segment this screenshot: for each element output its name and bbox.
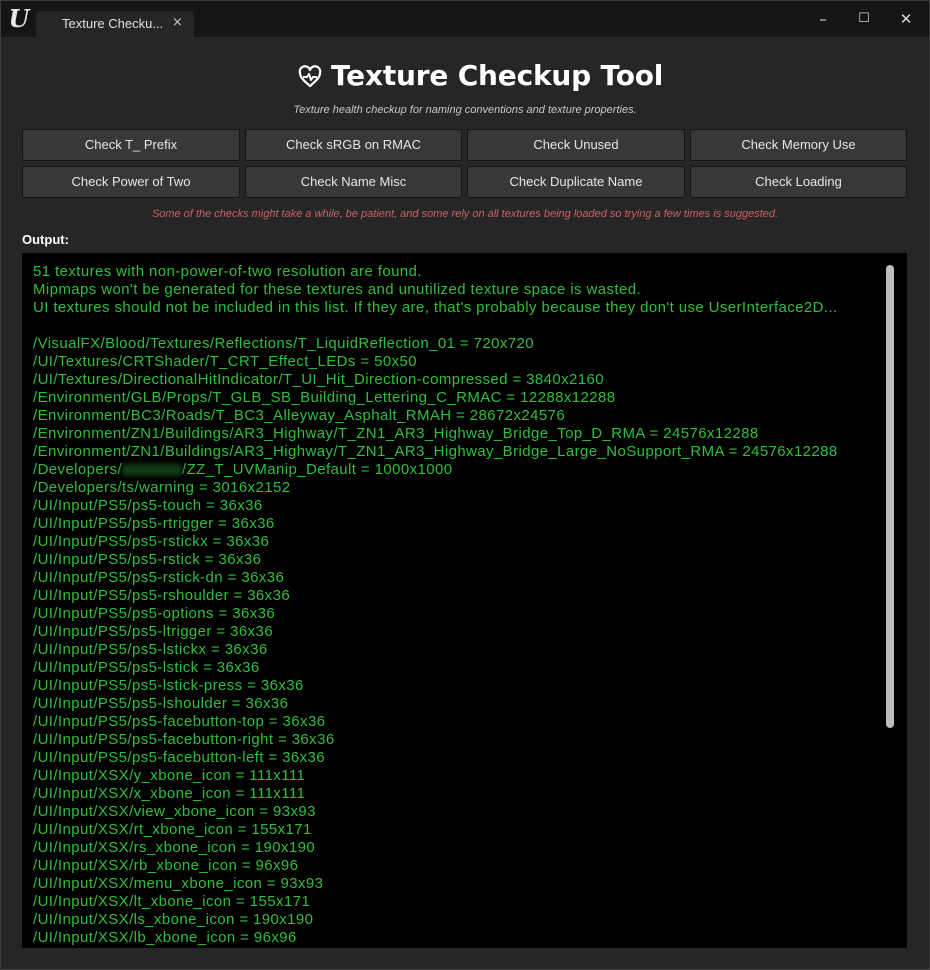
output-entry-line: /UI/Textures/CRTShader/T_CRT_Effect_LEDs… xyxy=(33,353,417,370)
output-entries: /VisualFX/Blood/Textures/Reflections/T_L… xyxy=(33,335,883,947)
close-icon[interactable]: ✕ xyxy=(892,9,920,29)
check-t-prefix-button[interactable]: Check T_ Prefix xyxy=(22,129,240,161)
warning-note: Some of the checks might take a while, b… xyxy=(151,208,779,220)
output-text: 51 textures with non-power-of-two resolu… xyxy=(33,263,883,947)
check-name-misc-button[interactable]: Check Name Misc xyxy=(245,166,462,198)
page-title: Texture Checkup Tool xyxy=(331,59,664,92)
output-entry-line: /UI/Input/PS5/ps5-rstick = 36x36 xyxy=(33,551,262,568)
output-entry-line: /UI/Input/XSX/rs_xbone_icon = 190x190 xyxy=(33,839,316,856)
output-entry-line: /UI/Input/XSX/rt_xbone_icon = 155x171 xyxy=(33,821,312,838)
tab-label: Texture Checku... xyxy=(62,16,164,31)
output-entry-line: /UI/Input/XSX/ls_xbone_icon = 190x190 xyxy=(33,911,314,928)
check-duplicate-name-button[interactable]: Check Duplicate Name xyxy=(467,166,685,198)
maximize-icon[interactable]: ☐ xyxy=(850,9,878,29)
output-entry-prefix: /Developers/ xyxy=(33,461,123,478)
output-entry-line: /UI/Input/PS5/ps5-rstickx = 36x36 xyxy=(33,533,270,550)
output-entry-line: /Environment/BC3/Roads/T_BC3_Alleyway_As… xyxy=(33,407,566,424)
output-entry-line: /UI/Input/XSX/view_xbone_icon = 93x93 xyxy=(33,803,316,820)
output-entry-line: /UI/Input/XSX/x_xbone_icon = 111x111 xyxy=(33,785,306,802)
output-entry-line: /Developers/ /ZZ_T_UVManip_Default = 1000… xyxy=(33,461,883,479)
output-entry-line: /UI/Input/PS5/ps5-rstick-dn = 36x36 xyxy=(33,569,285,586)
output-entry-line: /UI/Input/PS5/ps5-facebutton-left = 36x3… xyxy=(33,749,325,766)
output-entry-line: /UI/Input/XSX/rb_xbone_icon = 96x96 xyxy=(33,857,299,874)
check-loading-button[interactable]: Check Loading xyxy=(690,166,907,198)
output-entry-line: /UI/Input/XSX/menu_xbone_icon = 93x93 xyxy=(33,875,324,892)
output-entry-line: /UI/Input/PS5/ps5-rshoulder = 36x36 xyxy=(33,587,291,604)
output-entry-line: /UI/Input/PS5/ps5-lshoulder = 36x36 xyxy=(33,695,289,712)
editor-window: U Texture Checku... × – ☐ ✕ Texture Chec… xyxy=(0,0,930,970)
unreal-logo-icon: U xyxy=(8,4,30,33)
output-entry-line: /UI/Input/PS5/ps5-options = 36x36 xyxy=(33,605,276,622)
output-entry-line: /UI/Input/PS5/ps5-facebutton-right = 36x… xyxy=(33,731,335,748)
output-console[interactable]: 51 textures with non-power-of-two resolu… xyxy=(22,253,907,948)
output-label: Output: xyxy=(22,232,69,247)
output-blank-line xyxy=(33,317,883,335)
output-entry-line: /UI/Input/PS5/ps5-facebutton-top = 36x36 xyxy=(33,713,326,730)
output-intro-line: UI textures should not be included in th… xyxy=(33,299,838,316)
output-entry-line: /UI/Input/PS5/ps5-lstick-press = 36x36 xyxy=(33,677,304,694)
output-entry-line: /Developers/ts/warning = 3016x2152 xyxy=(33,479,291,496)
output-entry-line: /UI/Input/PS5/ps5-rtrigger = 36x36 xyxy=(33,515,275,532)
output-entry-line: /UI/Input/PS5/ps5-ltrigger = 36x36 xyxy=(33,623,273,640)
check-power-of-two-button[interactable]: Check Power of Two xyxy=(22,166,240,198)
output-entry-line: /UI/Input/XSX/lb_xbone_icon = 96x96 xyxy=(33,929,297,946)
minimize-icon[interactable]: – xyxy=(809,9,837,29)
page-subtitle: Texture health checkup for naming conven… xyxy=(293,104,637,116)
heart-pulse-icon xyxy=(298,65,322,88)
tab-texture-checkup[interactable]: Texture Checku... × xyxy=(36,11,194,37)
title-bar: U Texture Checku... × – ☐ ✕ xyxy=(1,1,929,37)
tab-close-icon[interactable]: × xyxy=(172,15,183,30)
output-scrollbar[interactable] xyxy=(886,265,894,728)
output-entry-line: /Environment/ZN1/Buildings/AR3_Highway/T… xyxy=(33,443,838,460)
output-entry-line: /VisualFX/Blood/Textures/Reflections/T_L… xyxy=(33,335,534,352)
check-unused-button[interactable]: Check Unused xyxy=(467,129,685,161)
output-entry-line: /UI/Textures/DirectionalHitIndicator/T_U… xyxy=(33,371,605,388)
output-intro-line: Mipmaps won't be generated for these tex… xyxy=(33,281,642,298)
output-entry-line: /UI/Input/PS5/ps5-lstickx = 36x36 xyxy=(33,641,268,658)
output-entry-line: /UI/Input/PS5/ps5-touch = 36x36 xyxy=(33,497,263,514)
output-entry-line: /Environment/ZN1/Buildings/AR3_Highway/T… xyxy=(33,425,759,442)
output-entry-suffix: /ZZ_T_UVManip_Default = 1000x1000 xyxy=(182,461,453,478)
check-memory-use-button[interactable]: Check Memory Use xyxy=(690,129,907,161)
output-entry-line: /UI/Input/XSX/lt_xbone_icon = 155x171 xyxy=(33,893,311,910)
output-entry-line: /UI/Input/XSX/y_xbone_icon = 111x111 xyxy=(33,767,306,784)
redacted-name xyxy=(122,464,183,477)
output-entry-line: /Environment/GLB/Props/T_GLB_SB_Building… xyxy=(33,389,616,406)
check-srgb-rmac-button[interactable]: Check sRGB on RMAC xyxy=(245,129,462,161)
output-intro-line: 51 textures with non-power-of-two resolu… xyxy=(33,263,422,280)
output-entry-line: /UI/Input/PS5/ps5-lstick = 36x36 xyxy=(33,659,260,676)
